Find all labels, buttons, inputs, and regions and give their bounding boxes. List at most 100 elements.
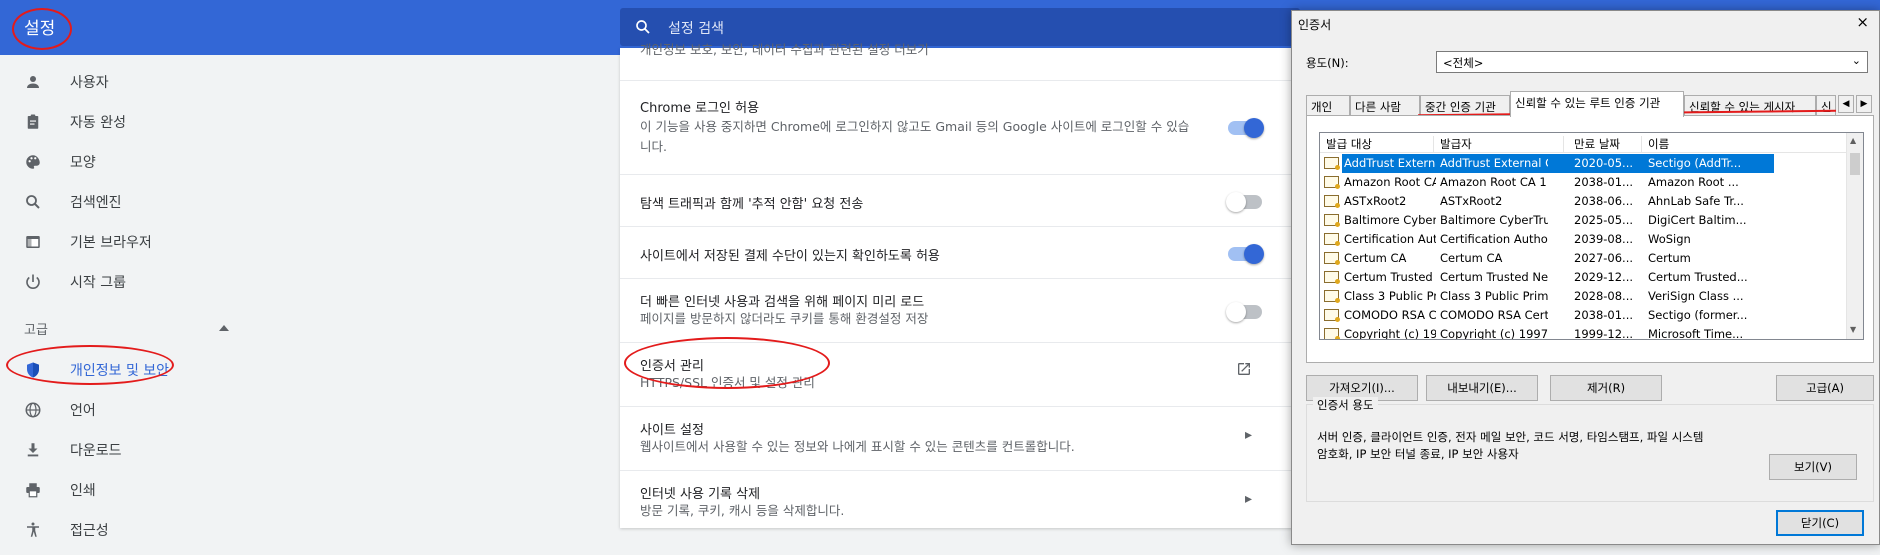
page-title: 설정 (24, 19, 56, 39)
caret-up-icon[interactable] (219, 325, 229, 331)
sidebar-item-appearance[interactable]: 모양 (22, 147, 96, 177)
row-title: 더 빠른 인터넷 사용과 검색을 위해 페이지 미리 로드 (640, 295, 925, 310)
row-do-not-track[interactable]: 탐색 트래픽과 함께 '추적 안함' 요청 전송 (620, 174, 1300, 226)
certificate-row[interactable]: Class 3 Public Pri... Class 3 Public Prim… (1320, 287, 1848, 306)
sidebar-item-default-browser[interactable]: 기본 브라우저 (22, 227, 152, 257)
scroll-down-icon[interactable]: ▼ (1850, 325, 1856, 334)
row-chrome-signin[interactable]: Chrome 로그인 허용 이 기능을 사용 중지하면 Chrome에 로그인하… (620, 80, 1300, 174)
certificate-row[interactable]: Certum CA Certum CA 2027-06... Certum (1320, 249, 1848, 268)
row-description: 웹사이트에서 사용할 수 있는 정보와 나에게 표시할 수 있는 콘텐츠를 컨트… (640, 439, 1075, 454)
certificate-row[interactable]: COMODO RSA C... COMODO RSA Certi... 2038-0… (1320, 306, 1848, 325)
cert-issued-by: Baltimore CyberTrus... (1440, 213, 1548, 227)
certificate-row[interactable]: Certification Auth... Certification Autho… (1320, 230, 1848, 249)
row-title: Chrome 로그인 허용 (640, 101, 760, 116)
purpose-label: 용도(N): (1306, 56, 1349, 70)
chevron-right-icon[interactable]: ▸ (1245, 427, 1252, 443)
tab-scroll-right-icon[interactable]: ▶ (1856, 95, 1872, 113)
do-not-track-toggle[interactable] (1226, 192, 1262, 212)
power-icon (22, 271, 44, 293)
sidebar-item-label: 인쇄 (70, 483, 96, 499)
sidebar-item-people[interactable]: 사용자 (22, 67, 109, 97)
sidebar-item-printing[interactable]: 인쇄 (22, 475, 96, 505)
close-icon[interactable]: × (1856, 13, 1869, 31)
close-button[interactable]: 닫기(C) (1776, 510, 1864, 536)
cert-friendly-name: Amazon Root ... (1648, 175, 1739, 189)
chevron-right-icon[interactable]: ▸ (1245, 491, 1252, 507)
signin-toggle[interactable] (1228, 118, 1264, 138)
sidebar-item-autofill[interactable]: 자동 완성 (22, 107, 126, 137)
certificate-row[interactable]: Baltimore CyberTr... Baltimore CyberTrus.… (1320, 211, 1848, 230)
advanced-button[interactable]: 고급(A) (1776, 375, 1874, 401)
row-description: 이 기능을 사용 중지하면 Chrome에 로그인하지 않고도 Gmail 등의… (640, 119, 1190, 154)
certificate-list-scrollbar[interactable]: ▲ ▼ (1846, 133, 1863, 339)
chevron-down-icon: ⌄ (1851, 54, 1861, 67)
certificate-row[interactable]: Copyright (c) 199... Copyright (c) 1997 .… (1320, 325, 1848, 340)
column-expiration[interactable]: 만료 날짜 (1574, 136, 1642, 152)
column-issued-to[interactable]: 발급 대상 (1326, 136, 1434, 152)
certificates-dialog: 인증서 × 용도(N): <전체> ⌄ 개인 다른 사람 중간 인증 기관 신뢰… (1291, 10, 1880, 545)
cert-friendly-name: AhnLab Safe Tr... (1648, 194, 1744, 208)
sidebar-item-search-engine[interactable]: 검색엔진 (22, 187, 122, 217)
row-clear-browsing-data[interactable]: 인터넷 사용 기록 삭제 방문 기록, 쿠키, 캐시 등을 삭제합니다. ▸ (620, 470, 1300, 528)
sidebar-item-downloads[interactable]: 다운로드 (22, 435, 122, 465)
certificate-row[interactable]: Certum Trusted N... Certum Trusted Net...… (1320, 268, 1848, 287)
cert-issued-by: Certum CA (1440, 251, 1503, 265)
browser-window-icon (22, 231, 44, 253)
certificate-icon (1324, 214, 1340, 227)
tab-other-people[interactable]: 다른 사람 (1350, 95, 1420, 116)
tab-personal[interactable]: 개인 (1306, 95, 1350, 116)
certificate-icon (1324, 176, 1340, 189)
column-friendly-name[interactable]: 이름 (1648, 136, 1758, 152)
certificate-icon (1324, 252, 1340, 265)
cert-expiration: 2038-01... (1574, 308, 1634, 322)
cert-friendly-name: DigiCert Baltim... (1648, 213, 1747, 227)
column-issued-by[interactable]: 발급자 (1440, 136, 1564, 152)
purpose-select[interactable]: <전체> ⌄ (1436, 51, 1868, 73)
scrollbar-thumb[interactable] (1850, 153, 1860, 175)
purposes-line-2: 암호화, IP 보안 터널 종료, IP 보안 사용자 (1317, 447, 1519, 461)
open-external-icon[interactable] (1236, 361, 1252, 377)
row-preload-pages[interactable]: 더 빠른 인터넷 사용과 검색을 위해 페이지 미리 로드 페이지를 방문하지 … (620, 278, 1300, 342)
advanced-section-label[interactable]: 고급 (24, 319, 48, 338)
preload-toggle[interactable] (1226, 302, 1262, 322)
row-payment-methods[interactable]: 사이트에서 저장된 결제 수단이 있는지 확인하도록 허용 (620, 226, 1300, 278)
cert-issued-by: Copyright (c) 1997 ... (1440, 327, 1548, 340)
sidebar-item-label: 개인정보 및 보안 (70, 363, 170, 379)
tab-untrusted-partial[interactable]: 신 (1816, 95, 1836, 116)
certificate-purposes-group: 인증서 용도 서버 인증, 클라이언트 인증, 전자 메일 보안, 코드 서명,… (1306, 397, 1874, 502)
certificate-row[interactable]: Amazon Root CA 1 Amazon Root CA 1 2038-01.… (1320, 173, 1848, 192)
search-input[interactable]: 설정 검색 (668, 18, 724, 38)
sidebar-item-accessibility[interactable]: 접근성 (22, 515, 109, 545)
cert-issued-to: Copyright (c) 199... (1344, 327, 1436, 340)
tab-trusted-root-ca[interactable]: 신뢰할 수 있는 루트 인증 기관 (1510, 91, 1684, 117)
dialog-title: 인증서 (1298, 18, 1332, 32)
certificate-row[interactable]: ASTxRoot2 ASTxRoot2 2038-06... AhnLab Safe … (1320, 192, 1848, 211)
sidebar-item-label: 시작 그룹 (70, 275, 126, 291)
sidebar-item-languages[interactable]: 언어 (22, 395, 96, 425)
cert-friendly-name: VeriSign Class ... (1648, 289, 1744, 303)
sidebar-item-label: 검색엔진 (70, 195, 122, 211)
more-settings-row[interactable]: 개인정보 보호, 보안, 데이터 수집과 관련된 설정 더보기 (620, 38, 1300, 66)
view-button[interactable]: 보기(V) (1769, 454, 1857, 480)
scroll-up-icon[interactable]: ▲ (1850, 136, 1856, 145)
cert-friendly-name: Certum (1648, 251, 1691, 265)
certificate-icon (1324, 195, 1340, 208)
cert-issued-to: AddTrust External... (1344, 156, 1436, 170)
tab-scroll-left-icon[interactable]: ◀ (1838, 95, 1854, 113)
cert-expiration: 2039-08... (1574, 232, 1634, 246)
payment-toggle[interactable] (1228, 244, 1264, 264)
export-button[interactable]: 내보내기(E)... (1426, 375, 1538, 401)
certificate-list[interactable]: 발급 대상 발급자 만료 날짜 이름 AddTrust External...A… (1319, 132, 1864, 340)
remove-button[interactable]: 제거(R) (1550, 375, 1662, 401)
row-description: 방문 기록, 쿠키, 캐시 등을 삭제합니다. (640, 503, 845, 518)
row-site-settings[interactable]: 사이트 설정 웹사이트에서 사용할 수 있는 정보와 나에게 표시할 수 있는 … (620, 406, 1300, 470)
cert-expiration: 2027-06... (1574, 251, 1634, 265)
group-title: 인증서 용도 (1313, 397, 1378, 413)
certificate-tab-pane: 발급 대상 발급자 만료 날짜 이름 AddTrust External...A… (1306, 115, 1874, 363)
sidebar-item-on-startup[interactable]: 시작 그룹 (22, 267, 126, 297)
certificate-row[interactable]: AddTrust External... AddTrust External C.… (1320, 154, 1848, 173)
row-title: 탐색 트래픽과 함께 '추적 안함' 요청 전송 (640, 197, 864, 212)
person-icon (22, 71, 44, 93)
sidebar-item-privacy-security[interactable]: 개인정보 및 보안 (22, 355, 169, 385)
row-manage-certificates[interactable]: 인증서 관리 HTTPS/SSL 인증서 및 설정 관리 (620, 342, 1300, 406)
